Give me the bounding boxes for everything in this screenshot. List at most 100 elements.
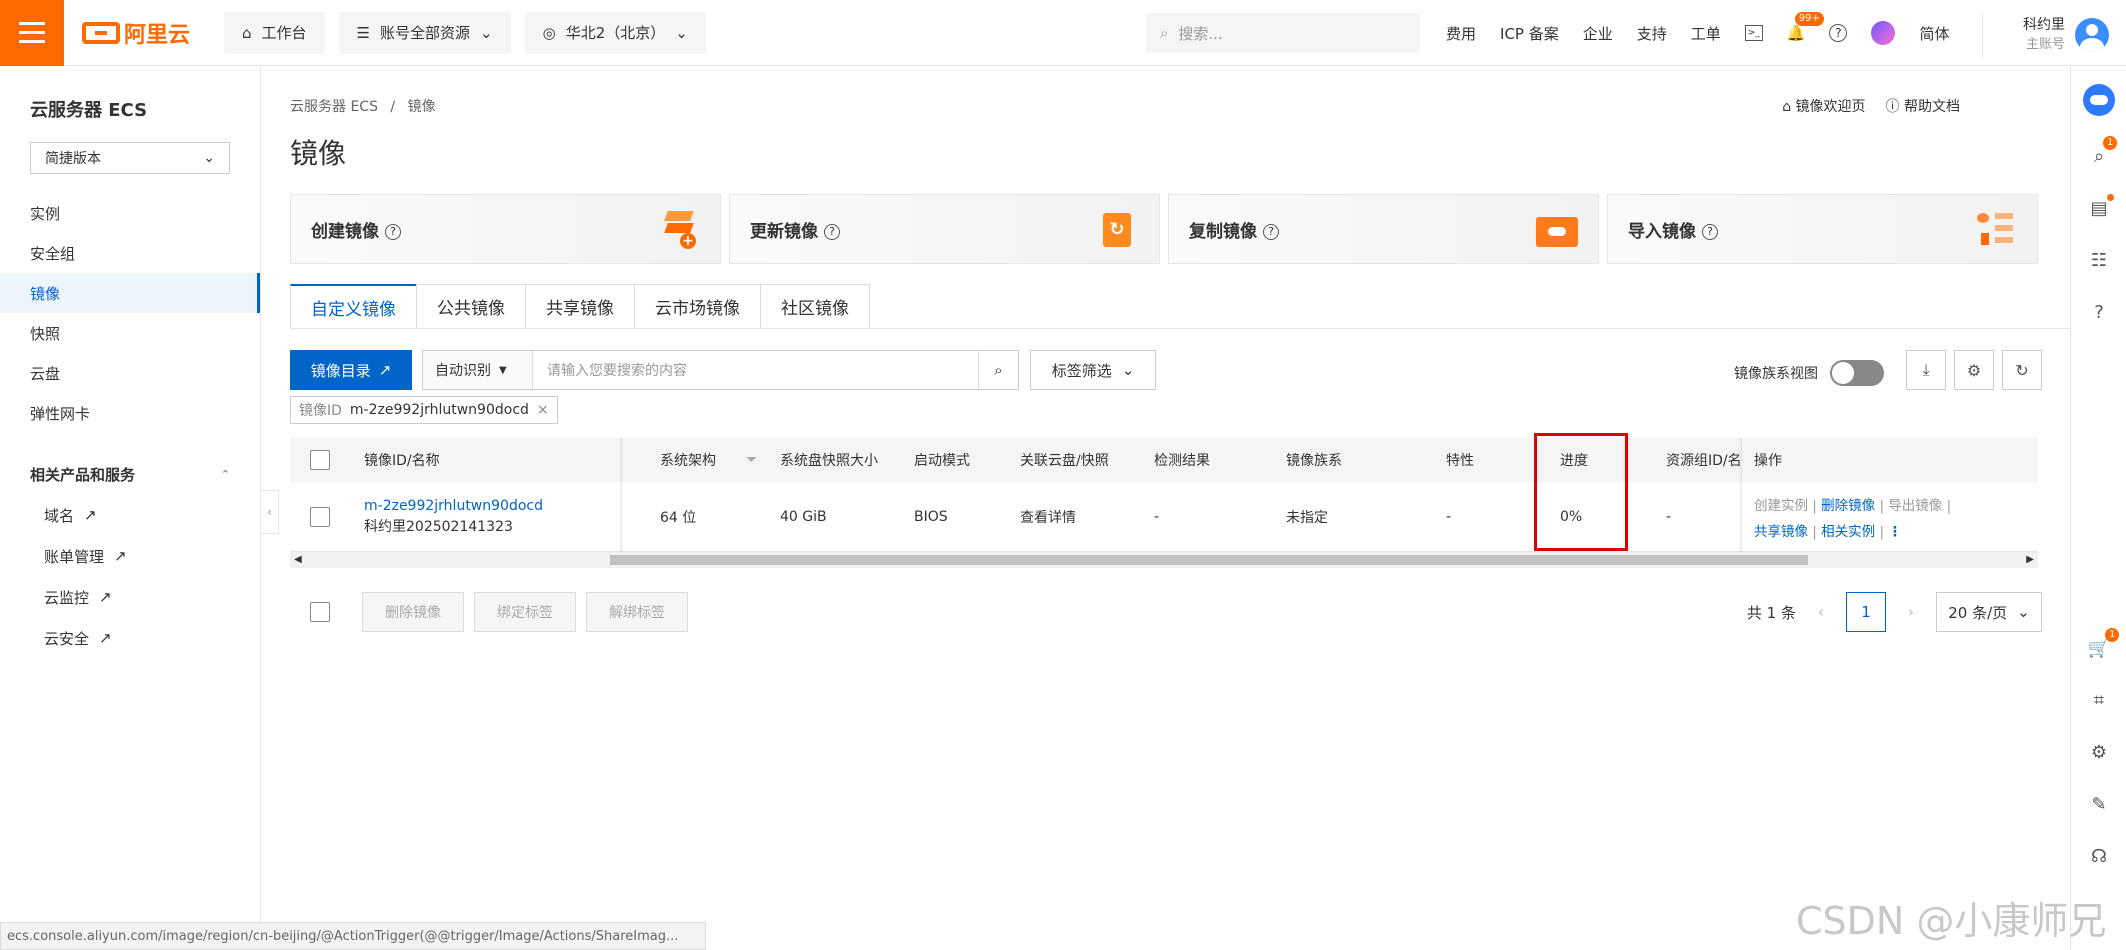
sidebar-item-images[interactable]: 镜像 xyxy=(0,273,260,313)
settings-button[interactable]: ⚙ xyxy=(1954,350,1994,390)
question-icon[interactable]: ? xyxy=(2085,298,2113,326)
horizontal-scrollbar[interactable]: ◀ ▶ xyxy=(290,552,2038,568)
share-image-action[interactable]: 共享镜像 xyxy=(1754,524,1808,540)
prev-page-icon[interactable]: ‹ xyxy=(1818,603,1824,621)
refresh-icon: ↻ xyxy=(2015,360,2029,380)
terminal-icon[interactable]: >_ xyxy=(1744,25,1763,41)
progress-highlight-box xyxy=(1534,433,1628,551)
refresh-button[interactable]: ↻ xyxy=(2002,350,2042,390)
family-view-label: 镜像族系视图 xyxy=(1734,366,1818,382)
external-link-icon: ↗ xyxy=(84,506,97,524)
import-image-card[interactable]: 导入镜像? xyxy=(1607,194,2038,264)
bulk-select-checkbox[interactable] xyxy=(310,602,330,622)
aliyun-logo[interactable]: 阿里云 xyxy=(82,17,202,49)
link-enterprise[interactable]: 企业 xyxy=(1583,23,1613,44)
image-search-input[interactable]: 请输入您要搜索的内容 xyxy=(533,360,978,380)
image-search-box: 自动识别 ▼ 请输入您要搜索的内容 ⌕ xyxy=(422,350,1019,390)
help-icon[interactable]: ? xyxy=(1829,24,1848,42)
page-size-select[interactable]: 20 条/页 ⌄ xyxy=(1936,592,2042,632)
search-button[interactable]: ⌕ xyxy=(978,351,1018,389)
sidebar-item-eni[interactable]: 弹性网卡 xyxy=(0,393,260,433)
ai-assistant-icon[interactable] xyxy=(1871,21,1896,45)
notify-badge: 99+ xyxy=(1794,12,1824,26)
breadcrumb-ecs[interactable]: 云服务器 ECS xyxy=(290,99,378,115)
image-catalog-button[interactable]: 镜像目录 ↗ xyxy=(290,350,412,390)
sidebar-item-security-group[interactable]: 安全组 xyxy=(0,233,260,273)
menu-icon[interactable] xyxy=(0,0,64,66)
export-image-action[interactable]: 导出镜像 xyxy=(1888,498,1942,514)
image-welcome-link[interactable]: ⌂ 镜像欢迎页 xyxy=(1782,96,1865,116)
download-button[interactable]: ⤓ xyxy=(1906,350,1946,390)
tag-filter-button[interactable]: 标签筛选 ⌄ xyxy=(1030,350,1156,390)
col-resource-group: 资源组ID/名 xyxy=(1666,453,1742,469)
version-select[interactable]: 简捷版本 ⌄ xyxy=(30,142,230,174)
sidebar-item-domain[interactable]: 域名 ↗ xyxy=(0,495,260,535)
copy-image-card[interactable]: 复制镜像? xyxy=(1168,194,1599,264)
select-all-checkbox[interactable] xyxy=(310,450,330,470)
image-id-link[interactable]: m-2ze992jrhlutwn90docd xyxy=(364,498,543,514)
family-view-switch[interactable] xyxy=(1830,360,1884,386)
view-details-link[interactable]: 查看详情 xyxy=(1020,482,1076,551)
avatar[interactable] xyxy=(2075,18,2109,52)
gear-icon[interactable]: ⚙ xyxy=(2085,738,2113,766)
bulk-delete-button[interactable]: 删除镜像 xyxy=(362,592,464,632)
link-icp[interactable]: ICP 备案 xyxy=(1500,23,1559,44)
bulk-unbind-tag-button[interactable]: 解绑标签 xyxy=(586,592,688,632)
checklist-icon[interactable]: ☷ xyxy=(2085,246,2113,274)
robot-assistant-icon[interactable] xyxy=(2083,84,2115,116)
sidebar-item-instances[interactable]: 实例 xyxy=(0,193,260,233)
code-icon[interactable]: ⌗ xyxy=(2085,686,2113,714)
tab-community-images[interactable]: 社区镜像 xyxy=(760,284,870,328)
search-mode-select[interactable]: 自动识别 ▼ xyxy=(423,351,533,389)
image-family: 未指定 xyxy=(1286,509,1328,526)
link-fees[interactable]: 费用 xyxy=(1446,23,1476,44)
update-image-card[interactable]: 更新镜像? ↻ xyxy=(729,194,1160,264)
next-page-icon[interactable]: › xyxy=(1908,603,1914,621)
link-ticket[interactable]: 工单 xyxy=(1691,23,1721,44)
user-menu[interactable]: 科约里 主账号 xyxy=(1982,12,2126,58)
create-image-card[interactable]: 创建镜像? + xyxy=(290,194,721,264)
close-icon[interactable]: × xyxy=(537,402,549,418)
page-1-button[interactable]: 1 xyxy=(1846,592,1886,632)
more-actions-icon[interactable]: ⋮ xyxy=(1888,524,1902,540)
col-disk-size: 系统盘快照大小 xyxy=(780,453,878,469)
col-feature: 特性 xyxy=(1446,453,1474,469)
image-table: 镜像ID/名称 系统架构 ⏷ 系统盘快照大小 启动模式 关联云盘/快照 检测结果… xyxy=(290,438,2038,568)
bulk-bind-tag-button[interactable]: 绑定标签 xyxy=(474,592,576,632)
question-icon: ? xyxy=(1263,223,1279,240)
region-select[interactable]: ◎ 华北2（北京） ⌄ xyxy=(524,11,706,54)
scroll-left-icon[interactable]: ◀ xyxy=(294,552,302,568)
help-doc-link[interactable]: ⓘ 帮助文档 xyxy=(1886,96,1960,116)
related-instances-action[interactable]: 相关实例 xyxy=(1821,524,1875,540)
link-support[interactable]: 支持 xyxy=(1637,23,1667,44)
global-search-input[interactable]: ⌕ 搜索... xyxy=(1146,13,1420,53)
scroll-right-icon[interactable]: ▶ xyxy=(2026,552,2034,568)
bell-icon[interactable]: 🔔 99+ xyxy=(1787,12,1824,42)
delete-image-action[interactable]: 删除镜像 xyxy=(1821,498,1875,514)
create-instance-action[interactable]: 创建实例 xyxy=(1754,498,1808,514)
language-switch[interactable]: 简体 xyxy=(1919,23,1949,44)
workbench-button[interactable]: ⌂ 工作台 xyxy=(224,11,325,54)
edit-icon[interactable]: ✎ xyxy=(2085,790,2113,818)
caret-down-icon: ▼ xyxy=(499,364,507,376)
fixed-column-shadow xyxy=(620,438,624,552)
sidebar-item-security[interactable]: 云安全 ↗ xyxy=(0,618,260,658)
tab-shared-images[interactable]: 共享镜像 xyxy=(525,284,635,328)
sidebar-item-billing[interactable]: 账单管理 ↗ xyxy=(0,536,260,576)
cart-icon[interactable]: 🛒 1 xyxy=(2085,628,2120,662)
scrollbar-thumb[interactable] xyxy=(610,555,1808,565)
sidebar-item-cloudmonitor[interactable]: 云监控 ↗ xyxy=(0,577,260,617)
account-resources-select[interactable]: ☰ 账号全部资源 ⌄ xyxy=(338,11,511,54)
tab-public-images[interactable]: 公共镜像 xyxy=(416,284,526,328)
row-checkbox[interactable] xyxy=(310,506,330,527)
headset-icon[interactable]: ☊ xyxy=(2085,842,2113,870)
search-icon[interactable]: ⌕ 1 xyxy=(2085,136,2118,170)
tab-custom-images[interactable]: 自定义镜像 xyxy=(290,284,417,328)
sidebar-group-related[interactable]: 相关产品和服务 ⌃ xyxy=(0,454,260,494)
sidebar-item-snapshots[interactable]: 快照 xyxy=(0,313,260,353)
chevron-down-icon: ⌄ xyxy=(480,23,493,42)
filter-icon[interactable]: ⏷ xyxy=(746,438,757,482)
sidebar-item-disks[interactable]: 云盘 xyxy=(0,353,260,393)
tab-marketplace-images[interactable]: 云市场镜像 xyxy=(634,284,761,328)
book-icon[interactable]: ▤ xyxy=(2085,194,2114,222)
